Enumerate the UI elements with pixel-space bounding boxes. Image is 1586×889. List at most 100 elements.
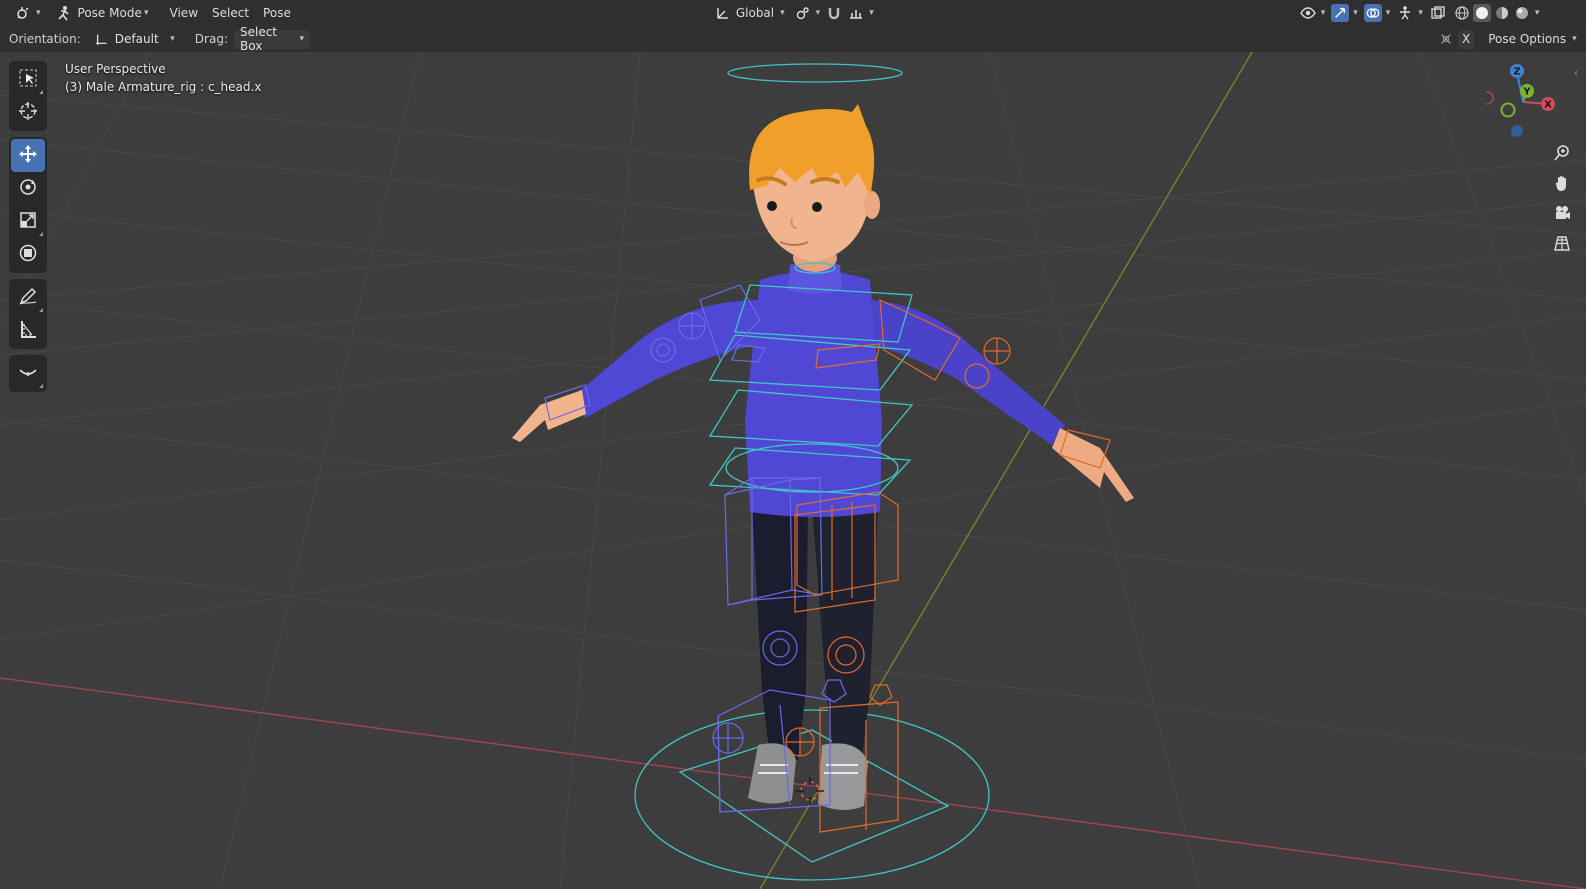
- orientation-dropdown[interactable]: Default ▾: [86, 29, 181, 49]
- shading-wireframe-button[interactable]: [1452, 3, 1472, 23]
- gizmo-dropdown[interactable]: ▾: [1328, 3, 1361, 23]
- annotate-pencil-icon: [18, 286, 38, 309]
- pan-view-button[interactable]: [1549, 171, 1575, 197]
- zoom-magnifier-icon: [1553, 144, 1571, 165]
- zoom-view-button[interactable]: [1549, 141, 1575, 167]
- scale-icon: [18, 210, 38, 233]
- visibility-dropdown[interactable]: ▾: [1296, 3, 1329, 23]
- pivot-point-icon: [794, 4, 812, 22]
- pose-options-dropdown[interactable]: Pose Options ▾: [1482, 29, 1582, 49]
- rotate-icon: [18, 177, 38, 200]
- cursor-tool[interactable]: [11, 96, 45, 129]
- snap-target-dropdown[interactable]: ▾: [845, 3, 876, 23]
- gizmo-neg-z[interactable]: [1511, 125, 1523, 137]
- ear-right: [864, 191, 880, 219]
- chevron-down-icon: ▾: [869, 8, 874, 18]
- drag-value: Select Box: [239, 25, 278, 53]
- transform-tool[interactable]: [11, 238, 45, 271]
- 3d-cursor-icon: [18, 101, 38, 124]
- annotate-tool[interactable]: [11, 281, 45, 314]
- xray-bone-toggle[interactable]: [1434, 29, 1458, 49]
- gizmo-x-label: X: [1544, 100, 1552, 111]
- sweater-torso: [745, 271, 882, 517]
- tool-group-select: [9, 61, 47, 131]
- rotate-tool[interactable]: [11, 172, 45, 205]
- tool-group-annotate: [9, 279, 47, 349]
- menu-pose[interactable]: Pose: [256, 3, 298, 23]
- drag-label: Drag:: [194, 32, 228, 46]
- chevron-down-icon: ▾: [1572, 34, 1577, 44]
- snap-toggle[interactable]: [823, 3, 845, 23]
- chevron-down-icon: ▾: [144, 8, 149, 18]
- chevron-down-icon: ▾: [1353, 8, 1358, 18]
- transform-icon: [18, 243, 38, 266]
- relax-pose-tool[interactable]: [11, 357, 45, 390]
- overlays-icon[interactable]: [1363, 4, 1382, 22]
- eye-icon: [1299, 4, 1317, 22]
- chevron-down-icon: ▾: [1418, 8, 1423, 18]
- tool-shelf: [9, 61, 47, 398]
- measure-tool[interactable]: [11, 314, 45, 347]
- tool-submenu-indicator: [39, 308, 43, 312]
- sidebar-toggle-chevron[interactable]: ‹: [1574, 68, 1578, 79]
- gizmo-neg-y[interactable]: [1500, 102, 1516, 118]
- gizmo-z-label: Z: [1513, 67, 1520, 78]
- pose-options-label: Pose Options: [1488, 32, 1567, 46]
- shoe-right: [818, 743, 868, 811]
- select-box-tool[interactable]: [11, 63, 45, 96]
- move-icon: [18, 144, 38, 167]
- relax-curve-icon: [18, 362, 38, 385]
- solid-sphere-icon: [1472, 4, 1491, 22]
- perspective-grid-icon: [1553, 234, 1571, 255]
- shading-solid-button[interactable]: [1472, 3, 1492, 23]
- rendered-sphere-icon: [1513, 4, 1531, 22]
- drag-dropdown[interactable]: Select Box ▾: [233, 25, 310, 53]
- perspective-toggle-button[interactable]: [1549, 231, 1575, 257]
- move-tool[interactable]: [11, 139, 45, 172]
- cursor-select-icon: [18, 68, 38, 91]
- pivot-point-dropdown[interactable]: ▾: [791, 3, 824, 23]
- menu-view[interactable]: View: [163, 3, 205, 23]
- transform-orientation-dropdown[interactable]: Global ▾: [708, 3, 791, 23]
- gizmo-neg-x[interactable]: [1480, 91, 1494, 105]
- orientation-axes-icon: [93, 30, 111, 48]
- pants-right-leg: [812, 505, 878, 760]
- chevron-down-icon: ▾: [780, 8, 785, 18]
- mode-dropdown[interactable]: Pose Mode ▾: [49, 3, 155, 23]
- x-mirror-toggle[interactable]: X: [1457, 29, 1475, 49]
- pants-left-leg: [752, 505, 808, 760]
- chevron-down-icon: ▾: [815, 8, 821, 18]
- gizmo-y-label: Y: [1522, 87, 1531, 98]
- xray-toggle[interactable]: [1426, 3, 1450, 23]
- magnet-icon: [825, 4, 843, 22]
- tool-submenu-indicator: [39, 384, 43, 388]
- pose-options-icon: [1437, 30, 1455, 48]
- bone-overlays-dropdown[interactable]: ▾: [1393, 3, 1426, 23]
- pose-mode-icon: [55, 4, 73, 22]
- menu-select[interactable]: Select: [205, 3, 256, 23]
- tool-group-pose: [9, 355, 47, 392]
- eye-left: [767, 201, 777, 211]
- shading-rendered-button[interactable]: ▾: [1512, 3, 1541, 23]
- head-control-ring: [727, 63, 903, 83]
- hand-right: [1052, 428, 1134, 502]
- orientation-axes-icon: [714, 4, 732, 22]
- orientation-value: Default: [114, 32, 159, 46]
- mode-label: Pose Mode: [77, 6, 142, 20]
- editor-type-button[interactable]: ▾: [10, 3, 45, 23]
- transform-orientation-label: Global: [735, 6, 775, 20]
- chevron-down-icon: ▾: [299, 34, 304, 44]
- shading-material-button[interactable]: [1492, 3, 1512, 23]
- chevron-down-icon: ▾: [170, 34, 175, 44]
- tool-settings-bar: Orientation: Default ▾ Drag: Select Box …: [0, 25, 1586, 53]
- scale-tool[interactable]: [11, 205, 45, 238]
- camera-view-button[interactable]: [1549, 201, 1575, 227]
- gizmo-toggle-icon[interactable]: [1331, 4, 1350, 22]
- overlays-dropdown[interactable]: ▾: [1361, 3, 1394, 23]
- chevron-down-icon: ▾: [1534, 8, 1540, 18]
- x-mirror-label: X: [1461, 32, 1471, 46]
- wireframe-sphere-icon: [1453, 4, 1471, 22]
- navigation-gizmo[interactable]: X Y Z: [1480, 60, 1564, 145]
- viewport-header: ▾ Pose Mode ▾ View Select Pose Global ▾ …: [0, 0, 1586, 26]
- 3d-viewport[interactable]: User Perspective (3) Male Armature_rig :…: [0, 52, 1586, 889]
